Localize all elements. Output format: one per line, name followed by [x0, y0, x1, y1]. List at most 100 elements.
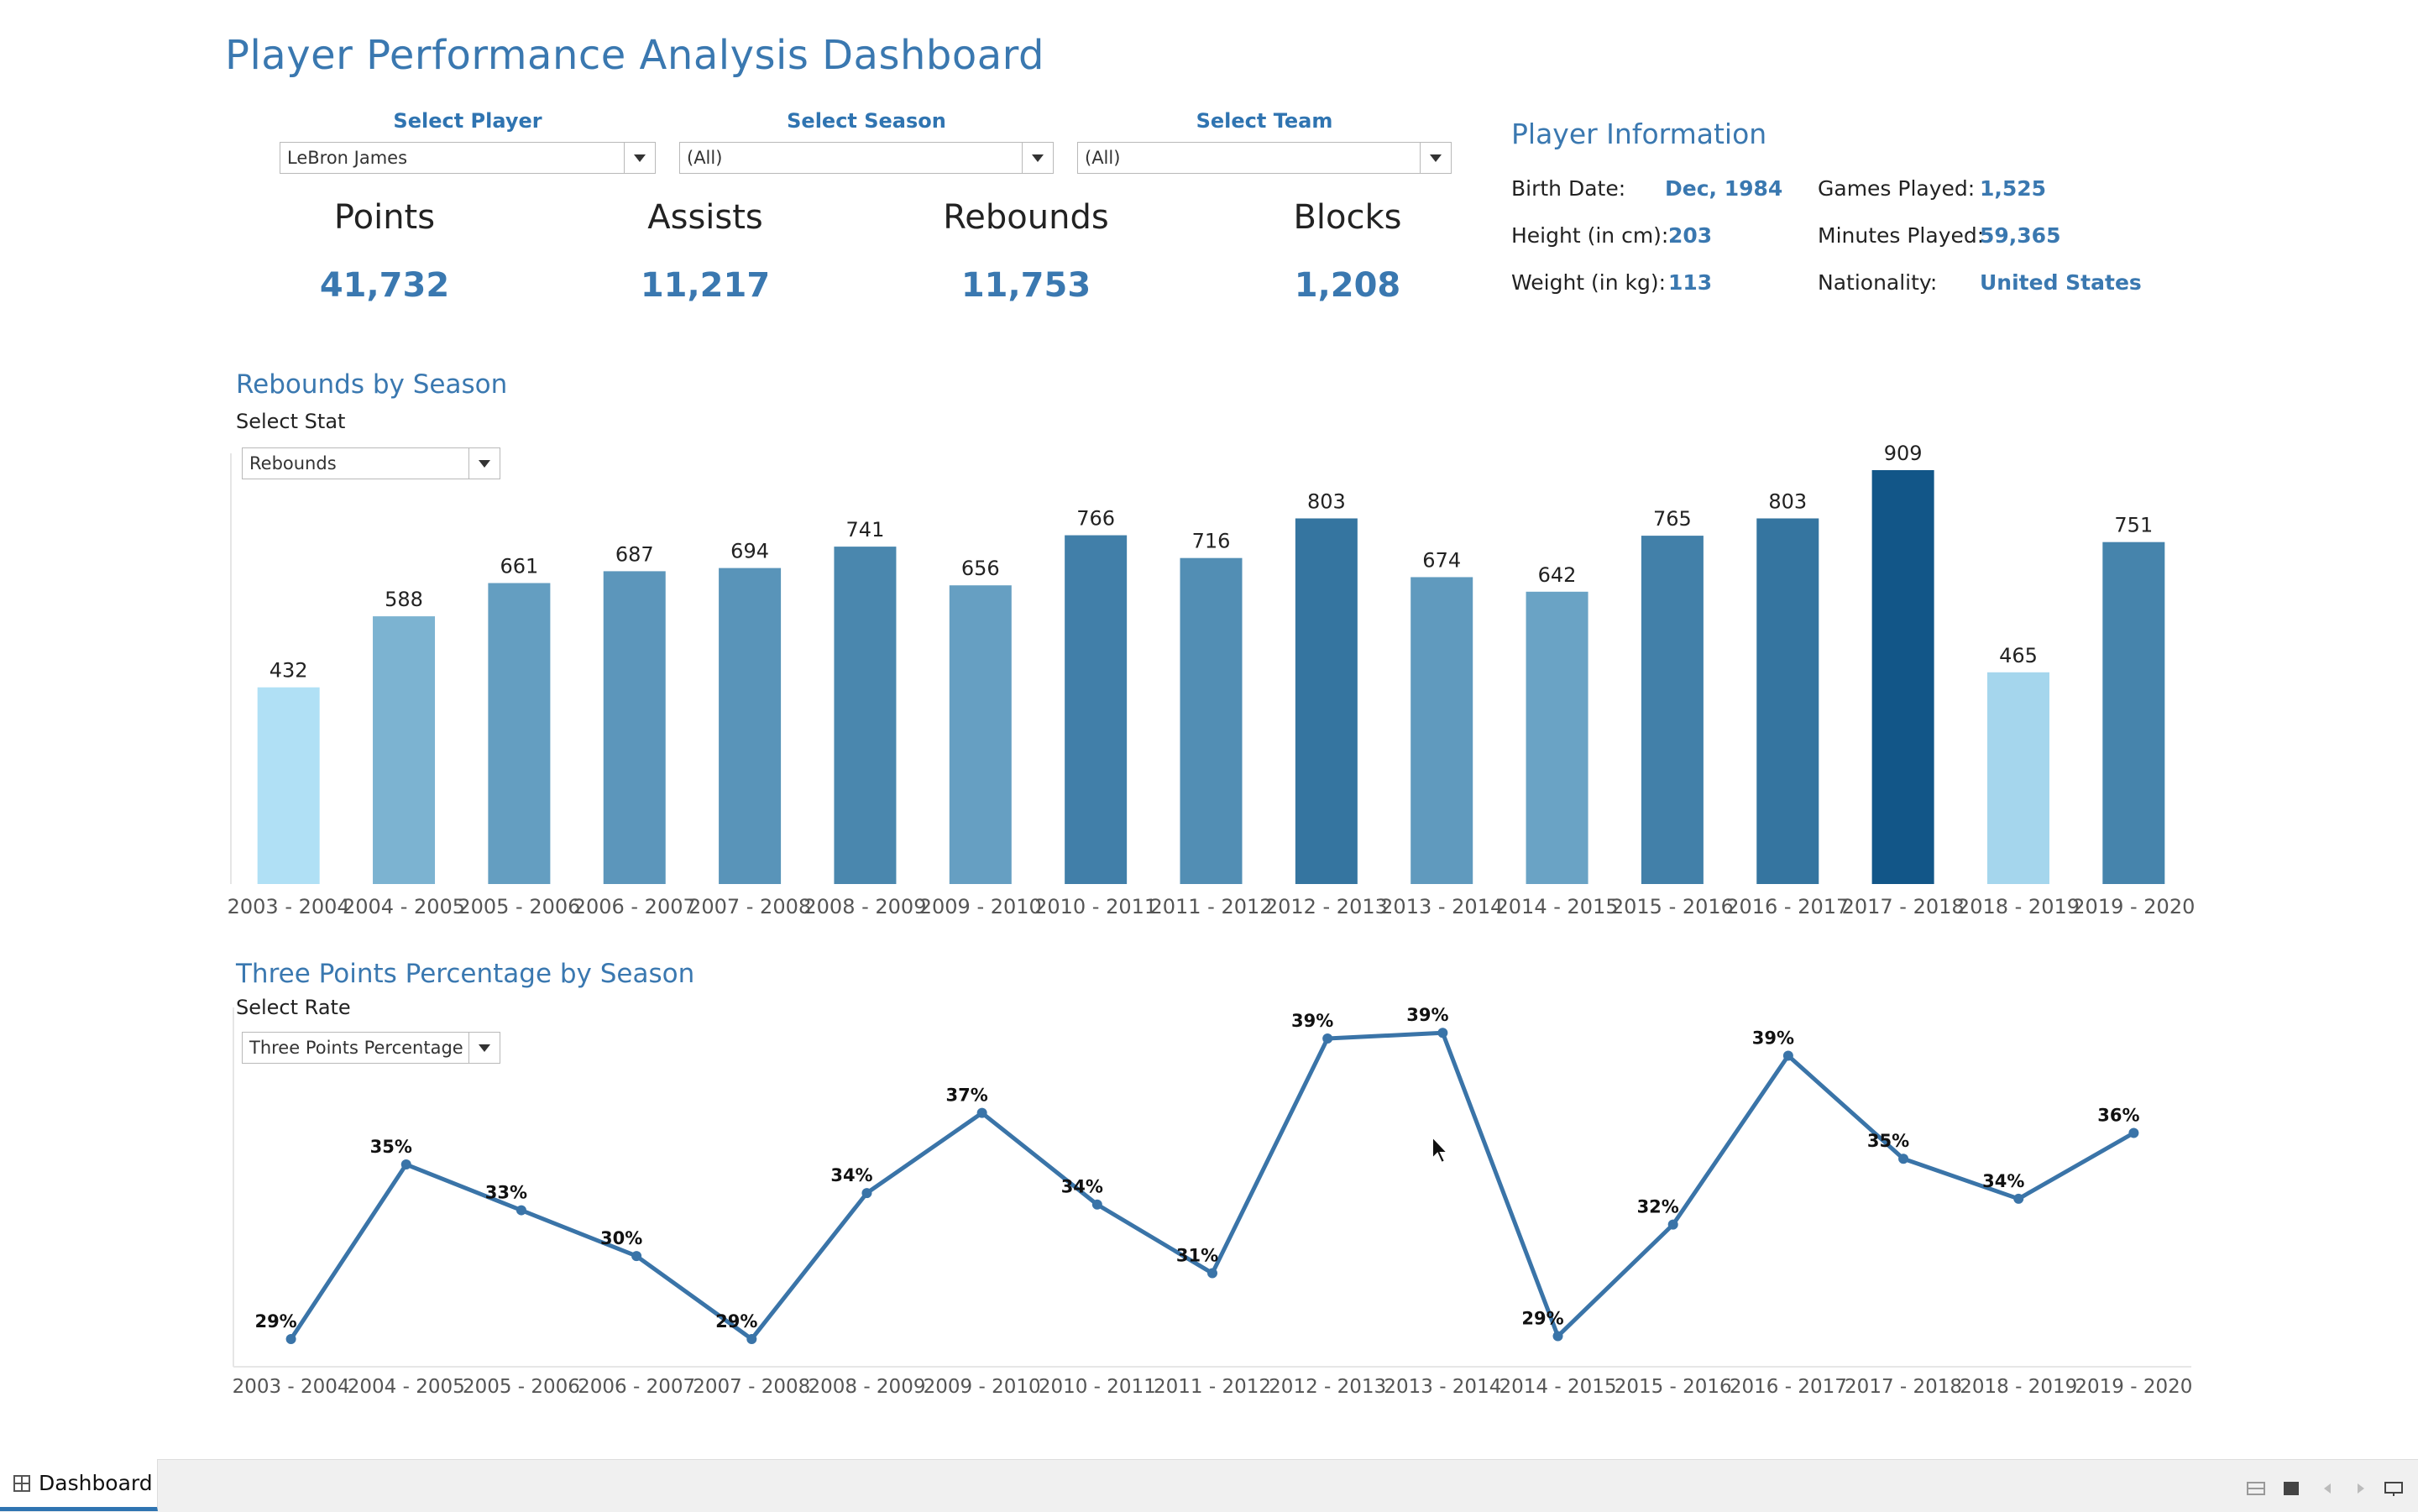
line-point-10[interactable]	[1437, 1028, 1448, 1039]
line-point-8[interactable]	[1207, 1268, 1217, 1279]
weight-value: 113	[1668, 270, 1713, 295]
grid-icon	[13, 1474, 30, 1492]
x-tick-label: 2014 - 2015	[1496, 895, 1619, 918]
bar-2[interactable]	[488, 583, 551, 884]
line-point-9[interactable]	[1322, 1033, 1333, 1044]
kpi-rebounds-value: 11,753	[960, 266, 1091, 305]
filter-label-team: Select Team	[1196, 109, 1333, 133]
series-line[interactable]	[289, 1030, 2135, 1342]
line-point-2[interactable]	[516, 1205, 526, 1216]
bar-0[interactable]	[257, 687, 320, 884]
x-tick-label: 2015 - 2016	[1611, 895, 1734, 918]
line-point-15[interactable]	[2013, 1193, 2024, 1204]
line-point-16[interactable]	[2128, 1127, 2139, 1138]
previous-icon[interactable]	[2319, 1481, 2337, 1496]
x-tick-label: 2006 - 2007	[578, 1376, 695, 1398]
x-tick-label: 2012 - 2013	[1269, 1376, 1386, 1398]
nationality-label: Nationality:	[1818, 270, 1938, 295]
point-value-label: 35%	[1867, 1131, 1909, 1151]
point-value-label: 39%	[1752, 1028, 1794, 1048]
x-tick-label: 2003 - 2004	[233, 1376, 350, 1398]
point-value-label: 34%	[830, 1165, 872, 1185]
bar-value-label: 803	[1307, 489, 1346, 513]
height-value: 203	[1668, 223, 1713, 248]
line-point-0[interactable]	[285, 1333, 296, 1344]
x-tick-label: 2011 - 2012	[1149, 895, 1272, 918]
point-value-label: 29%	[715, 1311, 757, 1332]
kpi-points-label: Points	[333, 198, 436, 237]
chevron-down-icon[interactable]	[1420, 143, 1451, 173]
footer-bar	[0, 1459, 2418, 1512]
games-played-value: 1,525	[1980, 176, 2047, 201]
line-point-1[interactable]	[400, 1159, 411, 1170]
line-point-14[interactable]	[1898, 1154, 1909, 1164]
point-value-label: 30%	[600, 1228, 642, 1248]
minutes-played-label: Minutes Played:	[1818, 223, 1985, 248]
x-tick-label: 2013 - 2014	[1380, 895, 1503, 918]
bar-6[interactable]	[949, 585, 1012, 884]
line-point-3[interactable]	[631, 1251, 642, 1262]
kpi-blocks-value: 1,208	[1294, 266, 1401, 305]
next-icon[interactable]	[2351, 1481, 2369, 1496]
bar-5[interactable]	[834, 547, 897, 884]
fullscreen-icon[interactable]	[2282, 1481, 2300, 1496]
chevron-down-icon[interactable]	[624, 143, 655, 173]
x-tick-label: 2012 - 2013	[1265, 895, 1388, 918]
line-point-7[interactable]	[1091, 1199, 1102, 1210]
bar-12[interactable]	[1641, 536, 1704, 884]
bar-7[interactable]	[1065, 535, 1128, 884]
x-tick-label: 2016 - 2017	[1730, 1376, 1847, 1398]
height-label: Height (in cm):	[1511, 223, 1669, 248]
point-value-label: 34%	[1982, 1171, 2024, 1191]
x-tick-label: 2019 - 2020	[2072, 895, 2195, 918]
point-value-label: 36%	[2097, 1106, 2139, 1126]
bar-16[interactable]	[2102, 541, 2165, 884]
x-tick-label: 2016 - 2017	[1726, 895, 1849, 918]
x-tick-label: 2010 - 2011	[1039, 1376, 1156, 1398]
point-value-label: 31%	[1176, 1246, 1218, 1266]
rebounds-chart-title: Rebounds by Season	[236, 369, 508, 400]
weight-label: Weight (in kg):	[1511, 270, 1667, 295]
x-tick-label: 2004 - 2005	[348, 1376, 465, 1398]
x-tick-label: 2018 - 2019	[1957, 895, 2080, 918]
season-select[interactable]: (All)	[679, 142, 1054, 174]
line-point-11[interactable]	[1552, 1331, 1563, 1342]
season-select-value: (All)	[687, 148, 723, 168]
bar-1[interactable]	[373, 616, 436, 884]
x-tick-label: 2017 - 2018	[1842, 895, 1965, 918]
bar-3[interactable]	[603, 571, 666, 884]
team-select-value: (All)	[1085, 148, 1121, 168]
bar-9[interactable]	[1295, 518, 1358, 884]
bar-10[interactable]	[1410, 577, 1473, 884]
kpi-assists-label: Assists	[647, 198, 763, 237]
line-point-6[interactable]	[976, 1107, 987, 1118]
bar-13[interactable]	[1756, 518, 1819, 884]
present-icon[interactable]	[2384, 1481, 2403, 1496]
bar-value-label: 656	[961, 557, 1000, 580]
line-point-4[interactable]	[746, 1333, 757, 1344]
bar-value-label: 803	[1768, 489, 1807, 513]
layout-icon[interactable]	[2247, 1481, 2265, 1496]
select-stat-label: Select Stat	[236, 410, 346, 433]
bar-14[interactable]	[1871, 470, 1934, 884]
x-tick-label: 2004 - 2005	[343, 895, 465, 918]
x-tick-label: 2008 - 2009	[803, 895, 926, 918]
tab-dashboard[interactable]: Dashboard	[0, 1459, 158, 1511]
bar-8[interactable]	[1180, 557, 1243, 884]
x-tick-label: 2009 - 2010	[924, 1376, 1041, 1398]
line-point-12[interactable]	[1667, 1219, 1678, 1230]
chevron-down-icon[interactable]	[1022, 143, 1053, 173]
team-select[interactable]: (All)	[1077, 142, 1452, 174]
x-tick-label: 2015 - 2016	[1615, 1376, 1732, 1398]
bar-value-label: 661	[500, 555, 538, 578]
player-select[interactable]: LeBron James	[280, 142, 656, 174]
three-points-chart-title: Three Points Percentage by Season	[236, 959, 695, 989]
bar-value-label: 432	[270, 659, 308, 683]
bar-15[interactable]	[1986, 672, 2049, 884]
bar-value-label: 909	[1884, 442, 1923, 465]
x-tick-label: 2018 - 2019	[1960, 1376, 2077, 1398]
bar-11[interactable]	[1526, 591, 1588, 884]
line-point-13[interactable]	[1782, 1050, 1793, 1061]
bar-4[interactable]	[719, 568, 782, 884]
line-point-5[interactable]	[861, 1188, 872, 1199]
